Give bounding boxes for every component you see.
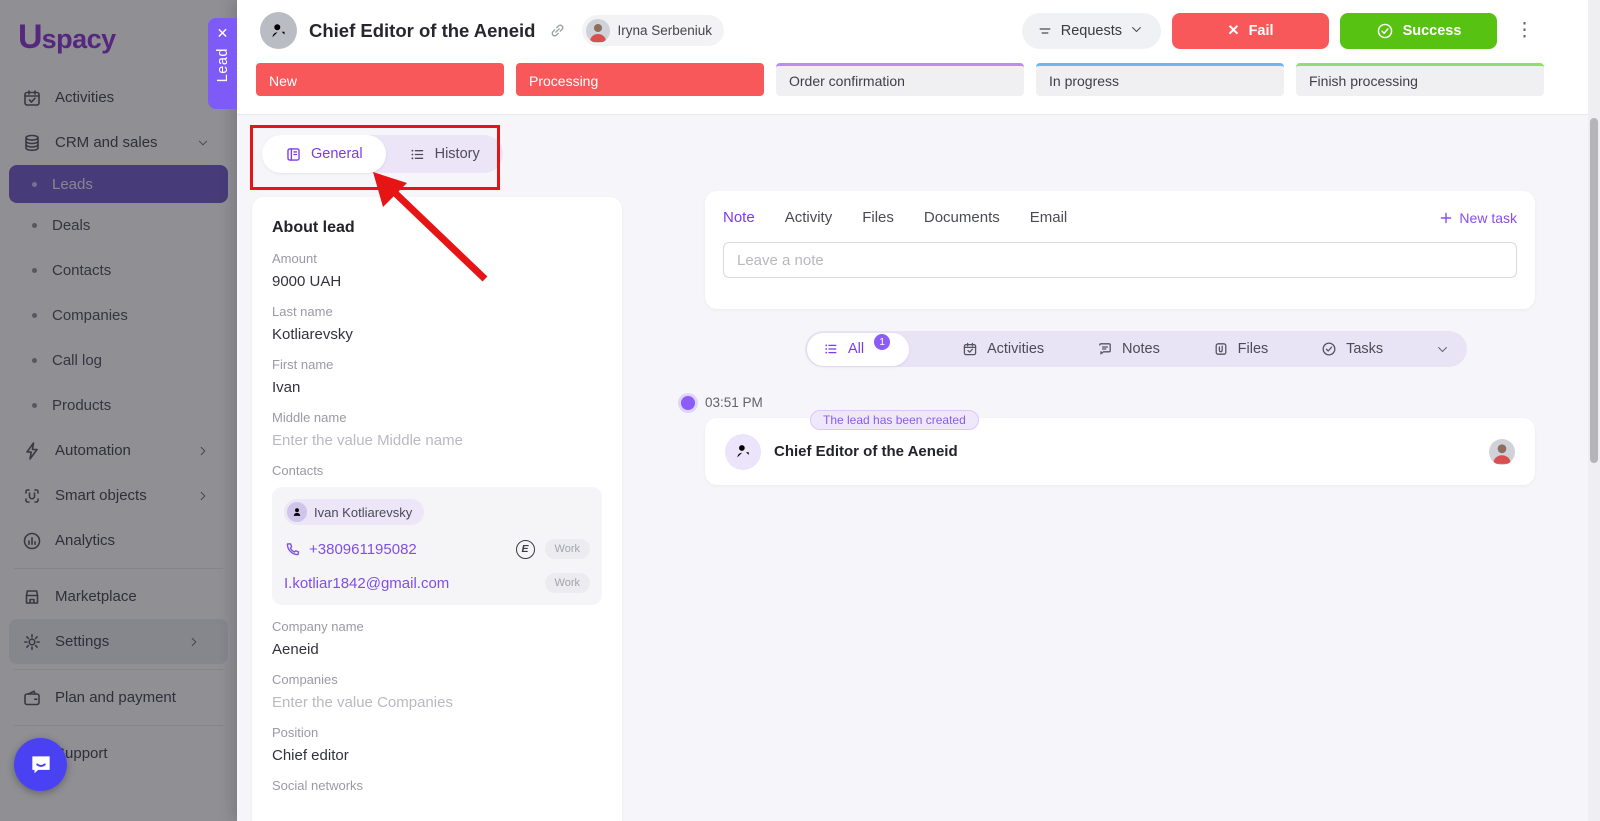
field-label: Middle name — [272, 410, 602, 425]
header-actions: Requests ✕ Fail Success ⋮ — [1022, 13, 1538, 49]
link-icon[interactable] — [549, 22, 566, 39]
middle-name-placeholder[interactable]: Enter the value Middle name — [272, 432, 602, 449]
tab-activity[interactable]: Activity — [785, 209, 833, 226]
lead-content: General History About lead Amount 9000 U… — [237, 114, 1600, 821]
success-button[interactable]: Success — [1340, 13, 1497, 49]
pipeline-stages: New Processing Order confirmation In pro… — [256, 63, 1544, 96]
chevron-down-icon — [1130, 23, 1146, 39]
tab-files[interactable]: Files — [862, 209, 894, 226]
companies-placeholder[interactable]: Enter the value Companies — [272, 694, 602, 711]
assignee-chip[interactable]: Iryna Serbeniuk — [582, 15, 724, 46]
field-label: First name — [272, 357, 602, 372]
lead-tab-label: Lead — [215, 48, 231, 82]
tab-history[interactable]: History — [386, 135, 503, 173]
filter-files[interactable]: Files — [1213, 341, 1269, 357]
scrollbar-thumb[interactable] — [1590, 118, 1598, 463]
calendar-check-icon — [962, 341, 978, 357]
note-bubble-icon — [1097, 341, 1113, 357]
field-label: Contacts — [272, 463, 602, 478]
close-icon[interactable]: ✕ — [217, 26, 229, 40]
actions-card: Note Activity Files Documents Email New … — [705, 191, 1535, 309]
new-task-button[interactable]: New task — [1439, 210, 1517, 226]
support-chat-button[interactable] — [14, 738, 67, 791]
overlay-scrim[interactable] — [0, 0, 237, 821]
timeline-dot — [681, 396, 695, 410]
tab-documents[interactable]: Documents — [924, 209, 1000, 226]
event-card-title: Chief Editor of the Aeneid — [774, 443, 958, 460]
chevron-down-icon[interactable] — [1436, 343, 1449, 356]
work-badge: Work — [545, 573, 590, 593]
chat-bubble-icon — [28, 752, 54, 778]
view-tabs: General History — [262, 135, 503, 173]
action-tabs: Note Activity Files Documents Email New … — [723, 209, 1517, 226]
first-name-value[interactable]: Ivan — [272, 379, 602, 396]
person-icon — [287, 502, 307, 522]
lead-panel-tab[interactable]: ✕ Lead — [208, 18, 237, 109]
avatar[interactable] — [1489, 439, 1515, 465]
note-input[interactable] — [723, 242, 1517, 278]
lead-type-icon — [725, 434, 761, 470]
tab-general[interactable]: General — [262, 135, 386, 173]
page-title: Chief Editor of the Aeneid — [309, 20, 535, 42]
filter-activities[interactable]: Activities — [962, 341, 1044, 357]
filter-all[interactable]: All 1 — [807, 333, 909, 366]
paperclip-icon — [1213, 341, 1229, 357]
email-link[interactable]: I.kotliar1842@gmail.com — [284, 575, 449, 592]
event-label: The lead has been created — [810, 410, 979, 430]
field-label: Companies — [272, 672, 602, 687]
list-icon — [823, 341, 839, 357]
avatar — [586, 19, 610, 43]
check-circle-icon — [1321, 341, 1337, 357]
echat-icon[interactable]: E — [516, 540, 535, 559]
lead-type-icon — [260, 12, 297, 49]
field-label: Last name — [272, 304, 602, 319]
tab-email[interactable]: Email — [1030, 209, 1068, 226]
requests-label: Requests — [1061, 23, 1122, 39]
filter-icon — [1037, 23, 1053, 39]
lead-panel: ✕ Lead Chief Editor of the Aeneid Iryna … — [237, 0, 1600, 821]
contacts-box: Ivan Kotliarevsky +380961195082 E Work I… — [272, 487, 602, 605]
position-value[interactable]: Chief editor — [272, 747, 602, 764]
x-icon: ✕ — [1227, 23, 1239, 39]
stage-processing[interactable]: Processing — [516, 63, 764, 96]
fail-button[interactable]: ✕ Fail — [1172, 13, 1329, 49]
stage-finish-processing[interactable]: Finish processing — [1296, 63, 1544, 96]
tab-note[interactable]: Note — [723, 209, 755, 226]
timeline-time: 03:51 PM — [705, 395, 763, 410]
filter-notes[interactable]: Notes — [1097, 341, 1160, 357]
stage-in-progress[interactable]: In progress — [1036, 63, 1284, 96]
contact-chip[interactable]: Ivan Kotliarevsky — [284, 499, 424, 525]
requests-dropdown[interactable]: Requests — [1022, 13, 1161, 49]
check-circle-icon — [1376, 22, 1394, 40]
journal-icon — [285, 146, 302, 163]
stage-new[interactable]: New — [256, 63, 504, 96]
assignee-name: Iryna Serbeniuk — [617, 23, 712, 38]
last-name-value[interactable]: Kotliarevsky — [272, 326, 602, 343]
list-icon — [409, 146, 426, 163]
field-label: Amount — [272, 251, 602, 266]
count-badge: 1 — [874, 334, 890, 350]
email-row: I.kotliar1842@gmail.com Work — [284, 573, 590, 593]
amount-value[interactable]: 9000 UAH — [272, 273, 602, 290]
kebab-menu-icon[interactable]: ⋮ — [1511, 19, 1538, 42]
filter-tasks[interactable]: Tasks — [1321, 341, 1383, 357]
about-lead-title: About lead — [272, 219, 602, 237]
field-label: Social networks — [272, 778, 602, 793]
phone-link[interactable]: +380961195082 — [284, 541, 417, 558]
phone-row: +380961195082 E Work — [284, 539, 590, 559]
company-name-value[interactable]: Aeneid — [272, 641, 602, 658]
plus-icon — [1439, 211, 1453, 225]
stage-order-confirmation[interactable]: Order confirmation — [776, 63, 1024, 96]
lead-header: Chief Editor of the Aeneid Iryna Serbeni… — [237, 0, 1600, 61]
field-label: Company name — [272, 619, 602, 634]
timeline-filterbar: All 1 Activities Notes Files Tasks — [805, 331, 1467, 367]
work-badge: Work — [545, 539, 590, 559]
phone-icon — [284, 541, 301, 558]
field-label: Position — [272, 725, 602, 740]
about-lead-card: About lead Amount 9000 UAH Last name Kot… — [252, 197, 622, 821]
